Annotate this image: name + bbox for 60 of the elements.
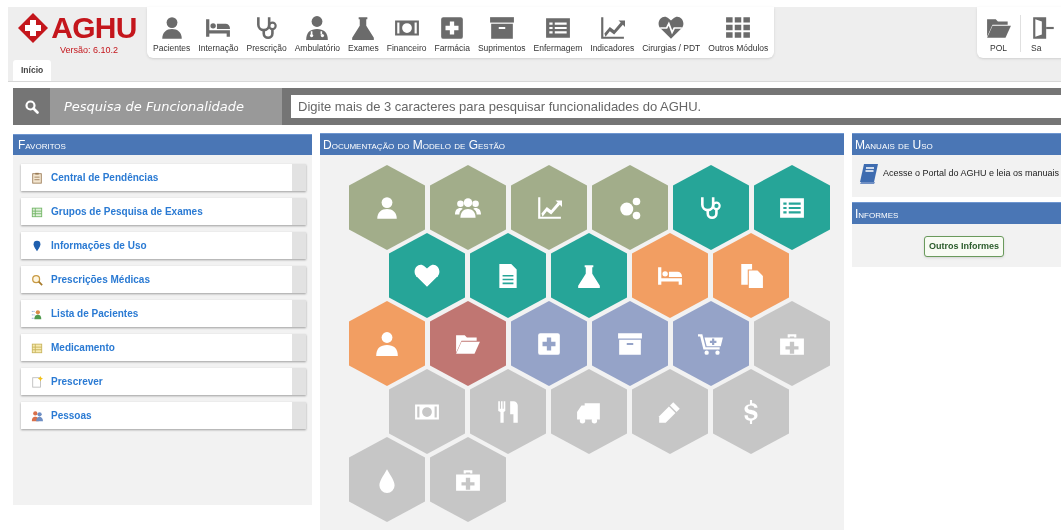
- book-icon: [859, 163, 879, 185]
- note-icon: [31, 375, 43, 388]
- module-button[interactable]: Ambulatório: [292, 14, 343, 52]
- tab[interactable]: Início: [13, 60, 52, 81]
- panel-title: Informes: [855, 205, 899, 223]
- favorite-item[interactable]: Informações de Uso: [21, 232, 306, 259]
- module-button[interactable]: Cirurgias / PDT: [640, 14, 703, 52]
- favorite-item[interactable]: Prescrições Médicas: [21, 266, 306, 293]
- pin-icon: [31, 239, 43, 252]
- module-button[interactable]: Sa: [1021, 14, 1061, 52]
- module-button[interactable]: Pacientes: [151, 14, 193, 52]
- grid-icon: [725, 14, 752, 41]
- other-reports-button[interactable]: Outros Informes: [924, 236, 1004, 257]
- search-icon: [24, 99, 39, 114]
- plus-icon: [536, 330, 562, 357]
- clipboard-icon: [31, 171, 43, 184]
- heartbeat-icon: [414, 262, 440, 289]
- archive-icon: [488, 14, 515, 41]
- logo-icon: [17, 12, 50, 44]
- module-button[interactable]: Farmácia: [432, 14, 472, 52]
- search-label: Pesquisa de Funcionalidade: [64, 97, 244, 116]
- favorite-item[interactable]: Central de Pendências: [21, 164, 306, 191]
- panel-title: Favoritos: [18, 137, 66, 154]
- logo-text: AGHU: [51, 13, 137, 43]
- favorite-item[interactable]: Prescrever: [21, 368, 306, 395]
- module-button[interactable]: Exames: [346, 14, 381, 52]
- copy-icon: [738, 262, 764, 289]
- search-field[interactable]: Digite mais de 3 caracteres para pesquisar funcionalidades do AGHU.: [291, 95, 1061, 118]
- module-button[interactable]: Financeiro: [384, 14, 429, 52]
- module-button[interactable]: Enfermagem: [531, 14, 585, 52]
- table-icon: [31, 205, 43, 218]
- module-button[interactable]: Internação: [196, 14, 241, 52]
- plus-icon: [439, 14, 466, 41]
- person-icon: [374, 194, 400, 221]
- door-icon: [1031, 14, 1057, 41]
- table-icon: [31, 341, 43, 354]
- module-button[interactable]: POL: [977, 14, 1021, 52]
- people-icon: [31, 409, 43, 422]
- module-button[interactable]: Prescrição: [244, 14, 289, 52]
- people-list-icon: [31, 307, 43, 320]
- module-button[interactable]: Outros Módulos: [706, 14, 771, 52]
- favorite-item[interactable]: Grupos de Pesquisa de Exames: [21, 198, 306, 225]
- archive-icon: [617, 330, 643, 357]
- favorite-item[interactable]: Pessoas: [21, 402, 306, 429]
- version-text: Versão: 6.10.2: [59, 44, 118, 57]
- stethoscope-icon: [698, 194, 724, 221]
- fork-knife-icon: [495, 398, 521, 425]
- flask-icon: [576, 262, 602, 289]
- panel-title: Manuais de Uso: [855, 136, 933, 154]
- chart-icon: [536, 194, 562, 221]
- favorite-item[interactable]: Lista de Pacientes: [21, 300, 306, 327]
- flask-icon: [350, 14, 377, 41]
- panel-title: Documentação do Modelo de Gestão: [323, 136, 506, 154]
- heartbeat-icon: [658, 14, 685, 41]
- manuals-link[interactable]: Acesse o Portal do AGHU e leia os manuais: [883, 167, 1060, 181]
- module-button[interactable]: Indicadores: [588, 14, 637, 52]
- magnifier-icon: [31, 273, 43, 286]
- chart-icon: [599, 14, 626, 41]
- favorite-item[interactable]: Medicamento: [21, 334, 306, 361]
- module-button[interactable]: Suprimentos: [475, 14, 528, 52]
